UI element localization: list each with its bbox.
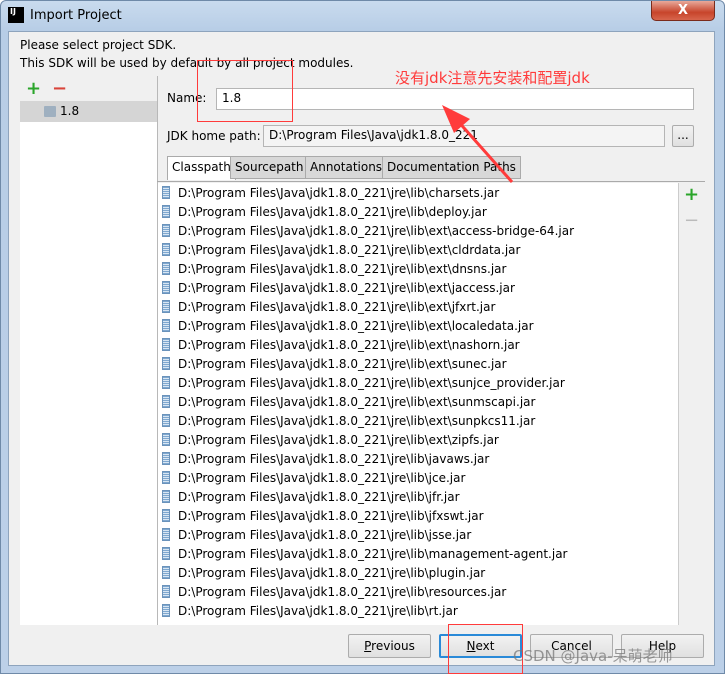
watermark: CSDN @Java-呆萌老师 xyxy=(513,647,673,665)
remove-sdk-icon[interactable]: − xyxy=(52,78,67,99)
classpath-row[interactable]: D:\Program Files\Java\jdk1.8.0_221\jre\l… xyxy=(162,583,506,602)
classpath-row[interactable]: D:\Program Files\Java\jdk1.8.0_221\jre\l… xyxy=(162,545,568,564)
classpath-row[interactable]: D:\Program Files\Java\jdk1.8.0_221\jre\l… xyxy=(162,602,458,621)
classpath-path: D:\Program Files\Java\jdk1.8.0_221\jre\l… xyxy=(178,509,484,523)
tab-divider xyxy=(157,181,705,182)
jar-icon xyxy=(162,566,170,579)
jdk-home-label: JDK home path: xyxy=(167,129,261,143)
title-bar: IJ Import Project X xyxy=(1,1,724,31)
classpath-row[interactable]: D:\Program Files\Java\jdk1.8.0_221\jre\l… xyxy=(162,184,499,203)
window-title: Import Project xyxy=(30,8,122,23)
jar-icon xyxy=(162,224,170,237)
tab-sourcepath[interactable]: Sourcepath xyxy=(230,156,309,179)
jar-icon xyxy=(162,376,170,389)
intellij-icon: IJ xyxy=(8,7,24,23)
annotation-box-next xyxy=(448,624,523,674)
classpath-path: D:\Program Files\Java\jdk1.8.0_221\jre\l… xyxy=(178,528,472,542)
browse-button[interactable]: ... xyxy=(672,125,694,147)
classpath-path: D:\Program Files\Java\jdk1.8.0_221\jre\l… xyxy=(178,452,490,466)
classpath-path: D:\Program Files\Java\jdk1.8.0_221\jre\l… xyxy=(178,490,460,504)
jar-icon xyxy=(162,490,170,503)
intro-line-2: This SDK will be used by default by all … xyxy=(20,56,354,70)
classpath-row[interactable]: D:\Program Files\Java\jdk1.8.0_221\jre\l… xyxy=(162,374,565,393)
jar-icon xyxy=(162,300,170,313)
classpath-row[interactable]: D:\Program Files\Java\jdk1.8.0_221\jre\l… xyxy=(162,469,465,488)
jar-icon xyxy=(162,262,170,275)
classpath-row[interactable]: D:\Program Files\Java\jdk1.8.0_221\jre\l… xyxy=(162,564,485,583)
jar-icon xyxy=(162,395,170,408)
jar-icon xyxy=(162,414,170,427)
jar-icon xyxy=(162,585,170,598)
classpath-path: D:\Program Files\Java\jdk1.8.0_221\jre\l… xyxy=(178,262,507,276)
classpath-path: D:\Program Files\Java\jdk1.8.0_221\jre\l… xyxy=(178,300,496,314)
remove-path-icon[interactable]: − xyxy=(684,210,699,231)
jar-icon xyxy=(162,186,170,199)
classpath-row[interactable]: D:\Program Files\Java\jdk1.8.0_221\jre\l… xyxy=(162,203,487,222)
classpath-path: D:\Program Files\Java\jdk1.8.0_221\jre\l… xyxy=(178,566,486,580)
classpath-path: D:\Program Files\Java\jdk1.8.0_221\jre\l… xyxy=(178,281,515,295)
classpath-path: D:\Program Files\Java\jdk1.8.0_221\jre\l… xyxy=(178,395,536,409)
classpath-path: D:\Program Files\Java\jdk1.8.0_221\jre\l… xyxy=(178,186,500,200)
jar-icon xyxy=(162,509,170,522)
classpath-row[interactable]: D:\Program Files\Java\jdk1.8.0_221\jre\l… xyxy=(162,507,484,526)
jar-icon xyxy=(162,357,170,370)
annotation-text: 没有jdk注意先安装和配置jdk xyxy=(395,69,590,87)
classpath-path: D:\Program Files\Java\jdk1.8.0_221\jre\l… xyxy=(178,357,507,371)
sdk-list-item[interactable]: 1.8 xyxy=(20,101,157,122)
classpath-path: D:\Program Files\Java\jdk1.8.0_221\jre\l… xyxy=(178,585,507,599)
classpath-path: D:\Program Files\Java\jdk1.8.0_221\jre\l… xyxy=(178,243,521,257)
classpath-row[interactable]: D:\Program Files\Java\jdk1.8.0_221\jre\l… xyxy=(162,260,506,279)
jar-icon xyxy=(162,281,170,294)
tab-annotations[interactable]: Annotations xyxy=(305,156,388,179)
classpath-row[interactable]: D:\Program Files\Java\jdk1.8.0_221\jre\l… xyxy=(162,298,495,317)
add-path-icon[interactable]: + xyxy=(684,184,699,205)
classpath-row[interactable]: D:\Program Files\Java\jdk1.8.0_221\jre\l… xyxy=(162,412,535,431)
classpath-row[interactable]: D:\Program Files\Java\jdk1.8.0_221\jre\l… xyxy=(162,431,499,450)
add-sdk-icon[interactable]: + xyxy=(26,78,41,99)
classpath-row[interactable]: D:\Program Files\Java\jdk1.8.0_221\jre\l… xyxy=(162,241,520,260)
classpath-path: D:\Program Files\Java\jdk1.8.0_221\jre\l… xyxy=(178,414,536,428)
jar-icon xyxy=(162,604,170,617)
jar-icon xyxy=(162,433,170,446)
jar-icon xyxy=(162,452,170,465)
classpath-row[interactable]: D:\Program Files\Java\jdk1.8.0_221\jre\l… xyxy=(162,526,471,545)
jar-icon xyxy=(162,243,170,256)
classpath-path: D:\Program Files\Java\jdk1.8.0_221\jre\l… xyxy=(178,205,487,219)
classpath-row[interactable]: D:\Program Files\Java\jdk1.8.0_221\jre\l… xyxy=(162,279,515,298)
classpath-path: D:\Program Files\Java\jdk1.8.0_221\jre\l… xyxy=(178,338,520,352)
intro-line-1: Please select project SDK. xyxy=(20,38,177,52)
classpath-path: D:\Program Files\Java\jdk1.8.0_221\jre\l… xyxy=(178,547,568,561)
classpath-path: D:\Program Files\Java\jdk1.8.0_221\jre\l… xyxy=(178,319,534,333)
classpath-path: D:\Program Files\Java\jdk1.8.0_221\jre\l… xyxy=(178,471,466,485)
classpath-path: D:\Program Files\Java\jdk1.8.0_221\jre\l… xyxy=(178,376,565,390)
classpath-path: D:\Program Files\Java\jdk1.8.0_221\jre\l… xyxy=(178,224,574,238)
sdk-folder-icon xyxy=(44,106,56,117)
classpath-row[interactable]: D:\Program Files\Java\jdk1.8.0_221\jre\l… xyxy=(162,488,460,507)
jar-icon xyxy=(162,528,170,541)
classpath-row[interactable]: D:\Program Files\Java\jdk1.8.0_221\jre\l… xyxy=(162,450,489,469)
classpath-path: D:\Program Files\Java\jdk1.8.0_221\jre\l… xyxy=(178,604,458,618)
classpath-row[interactable]: D:\Program Files\Java\jdk1.8.0_221\jre\l… xyxy=(162,336,520,355)
jar-icon xyxy=(162,205,170,218)
jar-icon xyxy=(162,471,170,484)
classpath-row[interactable]: D:\Program Files\Java\jdk1.8.0_221\jre\l… xyxy=(162,222,574,241)
previous-button[interactable]: Previous xyxy=(348,634,431,658)
classpath-row[interactable]: D:\Program Files\Java\jdk1.8.0_221\jre\l… xyxy=(162,355,507,374)
jar-icon xyxy=(162,319,170,332)
tab-classpath[interactable]: Classpath xyxy=(167,156,236,180)
jar-icon xyxy=(162,547,170,560)
classpath-row[interactable]: D:\Program Files\Java\jdk1.8.0_221\jre\l… xyxy=(162,317,534,336)
classpath-row[interactable]: D:\Program Files\Java\jdk1.8.0_221\jre\l… xyxy=(162,393,535,412)
classpath-path: D:\Program Files\Java\jdk1.8.0_221\jre\l… xyxy=(178,433,499,447)
annotation-box-name xyxy=(197,60,293,122)
jar-icon xyxy=(162,338,170,351)
close-button[interactable]: X xyxy=(651,1,715,21)
sdk-list xyxy=(20,101,157,625)
sdk-item-label: 1.8 xyxy=(60,104,80,118)
annotation-arrow-icon xyxy=(442,105,514,183)
